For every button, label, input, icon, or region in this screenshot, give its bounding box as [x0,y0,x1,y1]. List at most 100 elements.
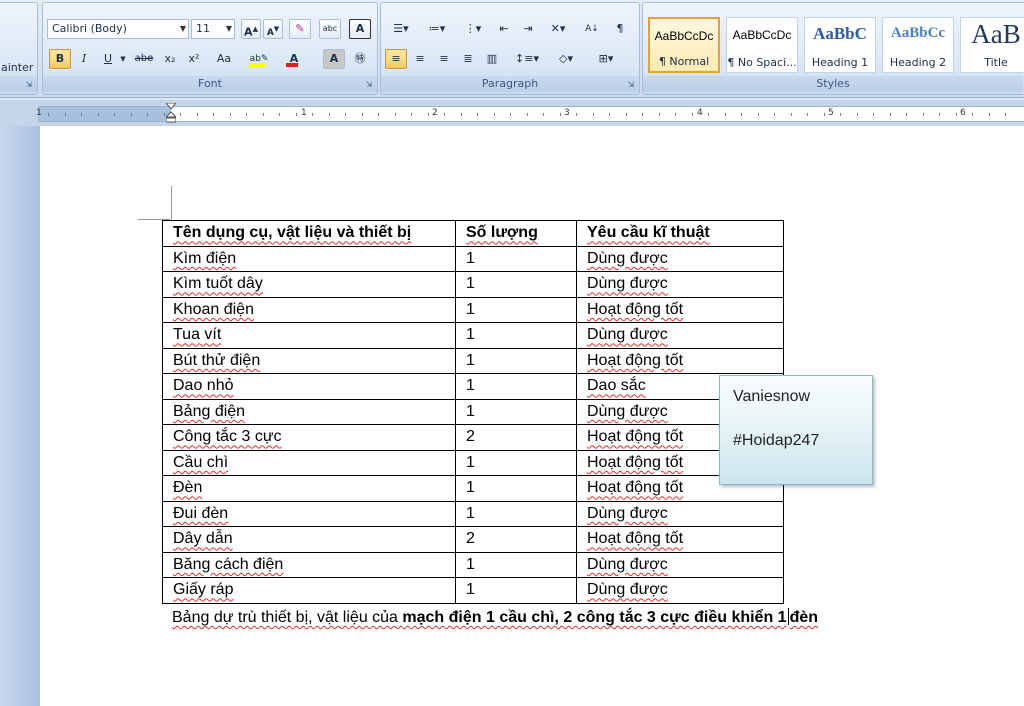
cell-requirement[interactable]: Hoạt động tốt [576,526,784,553]
justify-button[interactable]: ≣ [457,49,479,69]
character-border-button[interactable]: A [349,19,371,39]
superscript-button[interactable]: x² [183,49,205,69]
cell-quantity[interactable]: 1 [455,373,577,400]
cell-name[interactable]: Kìm tuốt dây [162,271,456,298]
underline-button[interactable]: U [97,49,119,69]
text-highlight-button[interactable]: ab✎ [245,49,273,69]
style-heading-2[interactable]: AaBbCc Heading 2 [882,17,954,73]
clear-formatting-button[interactable]: ✎ [289,19,311,39]
cell-requirement[interactable]: Hoạt động tốt [576,347,784,374]
header-requirements[interactable]: Yêu cầu kĩ thuật [576,220,784,247]
clipboard-group: ainter ⇲ [0,2,38,95]
cell-name[interactable]: Cầu chì [162,449,456,476]
enclose-characters-button[interactable]: ㊕ [349,49,371,69]
style-normal[interactable]: AaBbCcDc ¶ Normal [648,17,720,73]
cell-quantity[interactable]: 1 [455,398,577,425]
style-no-spacing[interactable]: AaBbCcDc ¶ No Spaci... [726,17,798,73]
cell-name[interactable]: Công tắc 3 cực [162,424,456,451]
font-name-combo[interactable]: Calibri (Body) ▼ [47,19,189,39]
cell-requirement[interactable]: Dùng được [576,322,784,349]
cell-name[interactable]: Giấy ráp [162,577,456,604]
asian-layout-button[interactable]: ✕▾ [543,19,573,39]
align-center-button[interactable]: ≡ [409,49,431,69]
shrink-font-button[interactable]: A▼ [263,19,283,39]
cell-requirement[interactable]: Hoạt động tốt [576,296,784,323]
ruler-tick [922,113,924,116]
paragraph-dialog-launcher-icon[interactable]: ⇲ [626,80,636,90]
cell-requirement[interactable]: Dùng được [576,500,784,527]
numbering-button[interactable]: ≔▾ [421,19,453,39]
styles-group-label: Styles [643,76,1023,92]
cell-quantity[interactable]: 1 [455,551,577,578]
ruler-number: 5 [828,108,834,118]
shading-button[interactable]: ◇▾ [549,49,583,69]
style-heading-1[interactable]: AaBbC Heading 1 [804,17,876,73]
ruler-number: 1 [301,108,307,118]
font-color-button[interactable]: A [281,49,307,69]
cell-quantity[interactable]: 2 [455,526,577,553]
watermark-note-box[interactable]: Vaniesnow #Hoidap247 [719,375,873,485]
change-case-button[interactable]: Aa [209,49,239,69]
text-cursor [787,608,789,625]
multilevel-list-button[interactable]: ⋮▾ [457,19,489,39]
cell-name[interactable]: Tua vít [162,322,456,349]
bullets-button[interactable]: ☰▾ [385,19,417,39]
indent-marker-icon[interactable] [166,103,176,123]
italic-button[interactable]: I [73,49,95,69]
cell-name[interactable]: Kìm điện [162,245,456,272]
ruler-bar[interactable]: 1 1 2 3 4 5 6 [36,106,1024,122]
cell-quantity[interactable]: 1 [455,500,577,527]
header-name[interactable]: Tên dụng cụ, vật liệu và thiết bị [162,220,456,247]
cell-name[interactable]: Khoan điện [162,296,456,323]
format-painter-label[interactable]: ainter [1,61,33,74]
line-spacing-button[interactable]: ↕≡▾ [511,49,543,69]
cell-quantity[interactable]: 1 [455,271,577,298]
style-title[interactable]: AaB Title [960,17,1024,73]
cell-requirement[interactable]: Dùng được [576,245,784,272]
cell-quantity[interactable]: 1 [455,475,577,502]
equipment-table[interactable]: Tên dụng cụ, vật liệu và thiết bị Số lượ… [162,220,784,604]
clipboard-dialog-launcher-icon[interactable]: ⇲ [24,80,34,90]
horizontal-ruler[interactable]: 1 1 2 3 4 5 6 [0,100,1024,126]
table-caption[interactable]: Bảng dự trù thiết bị, vật liệu của mạch … [172,608,818,627]
subscript-button[interactable]: x₂ [159,49,181,69]
strikethrough-button[interactable]: abe [131,49,157,69]
character-shading-button[interactable]: A [323,49,345,69]
cell-quantity[interactable]: 1 [455,449,577,476]
show-formatting-marks-button[interactable]: ¶ [609,19,631,39]
cell-quantity[interactable]: 1 [455,347,577,374]
align-left-button[interactable]: ≡ [385,49,407,69]
header-quantity[interactable]: Số lượng [455,220,577,247]
increase-indent-button[interactable]: ⇥ [517,19,539,39]
cell-quantity[interactable]: 1 [455,245,577,272]
cell-quantity[interactable]: 1 [455,577,577,604]
cell-name[interactable]: Bút thử điện [162,347,456,374]
cell-requirement[interactable]: Dùng được [576,577,784,604]
cell-requirement[interactable]: Dùng được [576,551,784,578]
phonetic-guide-button[interactable]: abc [319,19,341,39]
grow-font-button[interactable]: A▲ [241,19,261,39]
sort-button[interactable]: A↓ [581,19,603,39]
cell-name[interactable]: Dây dẫn [162,526,456,553]
cell-name[interactable]: Dao nhỏ [162,373,456,400]
borders-button[interactable]: ⊞▾ [589,49,623,69]
underline-dropdown-chevron-icon[interactable]: ▼ [119,49,127,69]
cell-name[interactable]: Đèn [162,475,456,502]
table-row: Giấy ráp 1 Dùng được [162,577,784,604]
distributed-button[interactable]: ▥ [481,49,503,69]
cell-quantity[interactable]: 1 [455,296,577,323]
chevron-down-icon: ▼ [225,24,232,33]
cell-name[interactable]: Bảng điện [162,398,456,425]
cell-quantity[interactable]: 2 [455,424,577,451]
document-page[interactable]: Tên dụng cụ, vật liệu và thiết bị Số lượ… [40,126,1024,706]
cell-name[interactable]: Đui đèn [162,500,456,527]
bold-button[interactable]: B [49,49,71,69]
ruler-tick [262,113,264,116]
align-right-button[interactable]: ≡ [433,49,455,69]
cell-quantity[interactable]: 1 [455,322,577,349]
cell-name[interactable]: Băng cách điện [162,551,456,578]
decrease-indent-button[interactable]: ⇤ [493,19,515,39]
cell-requirement[interactable]: Dùng được [576,271,784,298]
font-size-combo[interactable]: 11 ▼ [191,19,235,39]
font-dialog-launcher-icon[interactable]: ⇲ [364,80,374,90]
